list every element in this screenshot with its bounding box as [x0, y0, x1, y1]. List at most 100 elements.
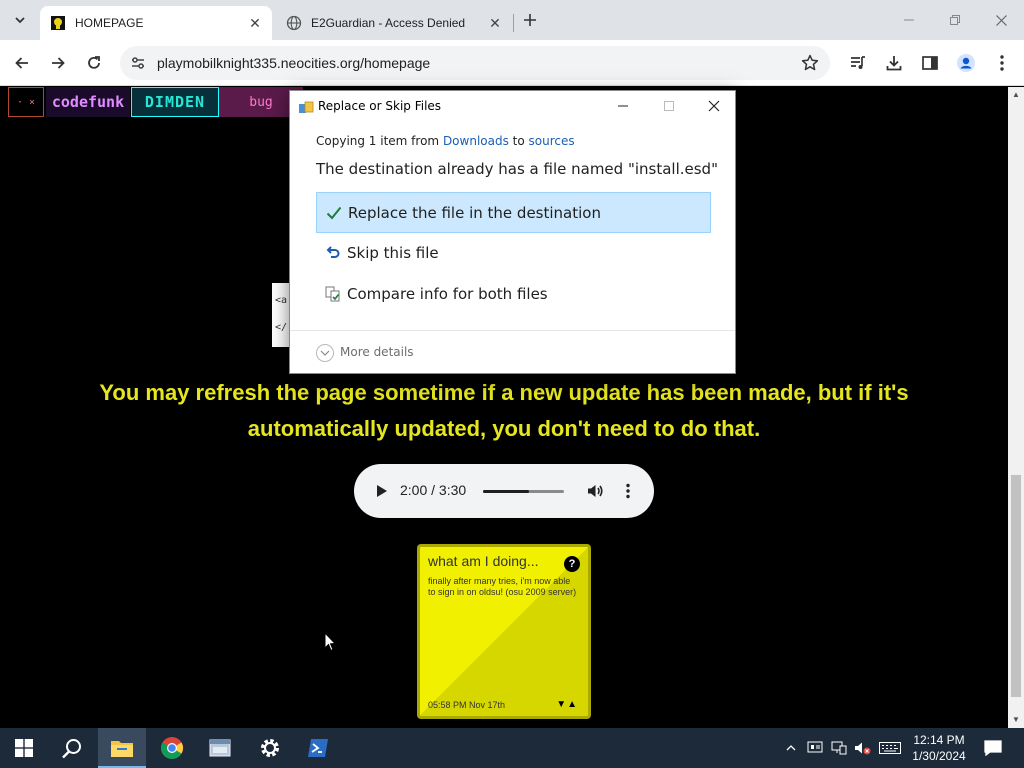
minimize-icon — [904, 19, 914, 21]
note-nav-arrows[interactable]: ▼▲ — [556, 699, 578, 710]
arrow-right-icon — [52, 57, 65, 69]
close-window-button[interactable] — [978, 0, 1024, 40]
compare-files-option[interactable]: Compare info for both files — [316, 274, 711, 315]
system-clock[interactable]: 12:14 PM 1/30/2024 — [900, 732, 978, 764]
skip-file-option[interactable]: Skip this file — [316, 233, 711, 274]
plus-icon — [524, 14, 536, 26]
restore-window-button[interactable] — [932, 0, 978, 40]
mouse-cursor-icon — [324, 631, 337, 657]
status-note: what am I doing... ? finally after many … — [417, 544, 591, 719]
media-controls-button[interactable] — [844, 49, 872, 77]
forward-button[interactable] — [44, 49, 72, 77]
search-icon — [62, 739, 81, 759]
action-center-icon[interactable] — [982, 728, 1004, 768]
replace-file-option[interactable]: Replace the file in the destination — [316, 192, 711, 233]
tray-overflow-chevron-icon[interactable] — [782, 728, 800, 768]
taskbar-app[interactable] — [196, 728, 244, 768]
chrome-icon — [161, 737, 183, 759]
search-button[interactable] — [48, 728, 96, 768]
browser-toolbar: playmobilknight335.neocities.org/homepag… — [0, 40, 1024, 86]
taskbar-settings[interactable] — [246, 728, 294, 768]
volume-muted-icon[interactable] — [852, 728, 874, 768]
bookmark-star-icon[interactable] — [800, 53, 820, 73]
clock-time: 12:14 PM — [913, 733, 965, 747]
chrome-menu-button[interactable] — [988, 49, 1016, 77]
profile-button[interactable] — [952, 49, 980, 77]
refresh-notice: You may refresh the page sometime if a n… — [40, 375, 968, 447]
audio-more-button[interactable] — [618, 481, 638, 501]
kebab-menu-icon — [626, 483, 630, 499]
file-copy-icon — [298, 100, 314, 114]
dialog-minimize-button[interactable] — [608, 95, 638, 117]
refresh-notice-line: automatically updated, you don't need to… — [247, 416, 761, 441]
maximize-icon — [664, 101, 674, 111]
close-icon — [995, 14, 1007, 26]
address-bar[interactable]: playmobilknight335.neocities.org/homepag… — [120, 46, 830, 80]
source-folder-link[interactable]: Downloads — [443, 134, 509, 148]
audio-seek-slider[interactable] — [483, 490, 564, 493]
taskbar-chrome[interactable] — [148, 728, 196, 768]
kebab-menu-icon — [1000, 55, 1004, 71]
url-text[interactable]: playmobilknight335.neocities.org/homepag… — [157, 55, 430, 71]
note-background — [420, 547, 588, 716]
scroll-down-icon[interactable]: ▼ — [1012, 715, 1020, 724]
minimize-window-button[interactable] — [886, 0, 932, 40]
tab-divider — [513, 14, 514, 32]
scroll-up-icon[interactable]: ▲ — [1012, 90, 1020, 99]
back-button[interactable] — [8, 49, 36, 77]
refresh-notice-line: You may refresh the page sometime if a n… — [99, 380, 909, 405]
reload-button[interactable] — [80, 49, 108, 77]
note-title: what am I doing... — [428, 553, 539, 569]
site-info-icon[interactable] — [128, 53, 148, 73]
expand-chevron-icon[interactable] — [316, 344, 334, 362]
new-tab-button[interactable] — [518, 8, 542, 32]
start-button[interactable] — [0, 728, 48, 768]
taskbar-powershell[interactable] — [294, 728, 342, 768]
site-button-codefunk[interactable]: codefunk — [46, 87, 130, 117]
conflict-message: The destination already has a file named… — [316, 160, 718, 178]
clock-date: 1/30/2024 — [912, 749, 966, 763]
play-icon — [377, 485, 387, 497]
page-scrollbar[interactable]: ▲ ▼ — [1008, 87, 1024, 728]
tray-device-icon[interactable] — [805, 728, 825, 768]
compare-icon — [324, 285, 342, 303]
network-icon[interactable] — [829, 728, 849, 768]
dialog-footer: More details — [290, 330, 735, 374]
site-button-dimden[interactable]: DIMDEN — [131, 87, 219, 117]
destination-folder-link[interactable]: sources — [529, 134, 575, 148]
arrow-left-icon — [15, 57, 28, 69]
site-button[interactable]: · × — [8, 87, 44, 117]
downloads-button[interactable] — [880, 49, 908, 77]
tab-strip: HOMEPAGE ✕ E2Guardian - Access Denied ✕ — [0, 0, 1024, 40]
audio-player: 2:00 / 3:30 — [354, 464, 654, 518]
tab-access-denied[interactable]: E2Guardian - Access Denied ✕ — [276, 6, 512, 40]
help-icon[interactable]: ? — [564, 556, 580, 572]
side-panel-button[interactable] — [916, 49, 944, 77]
dialog-close-button[interactable] — [699, 95, 729, 117]
app-window-icon — [209, 739, 231, 757]
taskbar-file-explorer[interactable] — [98, 728, 146, 768]
globe-icon — [286, 15, 302, 31]
chevron-down-icon — [15, 17, 25, 24]
side-panel-icon — [922, 56, 938, 70]
copy-status-prefix: Copying 1 item from — [316, 134, 443, 148]
more-details-button[interactable]: More details — [340, 345, 414, 359]
tab-close-icon[interactable]: ✕ — [246, 14, 264, 32]
windows-taskbar: 12:14 PM 1/30/2024 — [0, 728, 1024, 768]
tab-search-button[interactable] — [8, 8, 32, 32]
play-button[interactable] — [372, 481, 392, 501]
skip-arrow-icon — [324, 244, 342, 262]
windows-logo-icon — [15, 739, 33, 757]
tab-close-icon[interactable]: ✕ — [486, 14, 504, 32]
volume-button[interactable] — [585, 481, 605, 501]
powershell-icon — [308, 739, 328, 757]
audio-time: 2:00 / 3:30 — [400, 482, 467, 498]
copy-status: Copying 1 item from Downloads to sources — [316, 134, 575, 148]
download-icon — [886, 56, 902, 71]
scrollbar-thumb[interactable] — [1011, 475, 1021, 697]
dialog-titlebar[interactable]: Replace or Skip Files — [290, 91, 735, 121]
tab-homepage[interactable]: HOMEPAGE ✕ — [40, 6, 272, 40]
note-date: 05:58 PM Nov 17th — [428, 700, 506, 710]
check-icon — [325, 204, 343, 222]
option-label: Replace the file in the destination — [348, 204, 601, 222]
